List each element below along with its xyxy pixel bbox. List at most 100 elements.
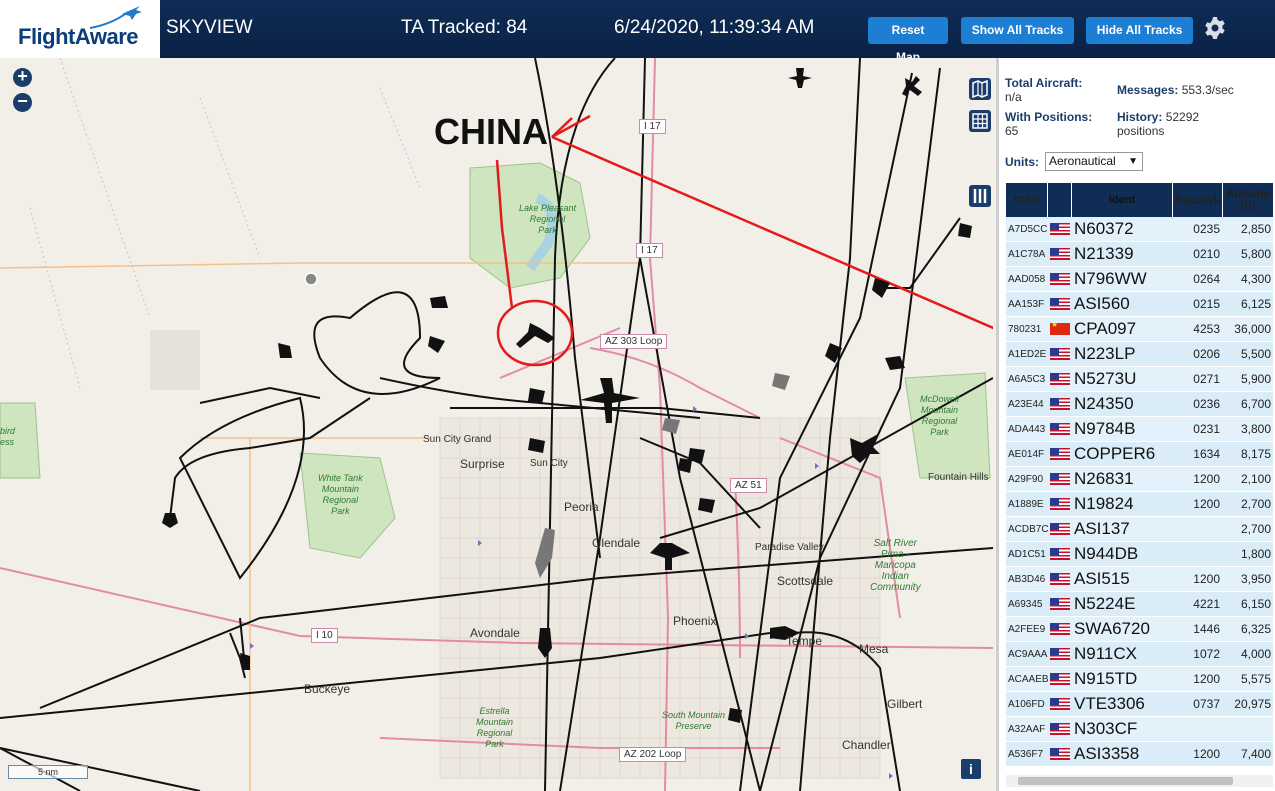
show-all-tracks-button[interactable]: Show All Tracks [961,17,1074,44]
col-header-icao[interactable]: ICAO [1006,183,1048,217]
chevron-down-icon: ▼ [1128,156,1138,167]
units-selected-value: Aeronautical [1049,154,1116,168]
col-header-flag[interactable] [1048,183,1072,217]
table-row[interactable]: A1889E N19824 1200 2,700 [1006,492,1273,517]
table-row[interactable]: A536F7 ASI3358 1200 7,400 [1006,742,1273,767]
table-row[interactable]: A69345 N5224E 4221 6,150 [1006,592,1273,617]
header-bar: FlightAware SKYVIEW TA Tracked: 84 6/24/… [0,0,1275,64]
table-row[interactable]: A32AAF N303CF [1006,717,1273,742]
place-surprise: Surprise [460,457,505,471]
table-row[interactable]: A106FD VTE3306 0737 20,975 [1006,692,1273,717]
squawk-cell: 1446 [1193,622,1220,636]
col-header-altitude[interactable]: Altitude (ft) [1223,183,1273,217]
reset-map-button[interactable]: Reset Map [868,17,948,64]
table-row[interactable]: A1ED2E N223LP 0206 5,500 [1006,342,1273,367]
column-selector-button[interactable] [969,185,991,207]
us-flag-icon [1050,598,1070,610]
table-row[interactable]: AB3D46 ASI515 1200 3,950 [1006,567,1273,592]
table-row[interactable]: A7D5CC N60372 0235 2,850 [1006,217,1273,242]
table-row[interactable]: A29F90 N26831 1200 2,100 [1006,467,1273,492]
table-body: A7D5CC N60372 0235 2,850 A1C78A N21339 0210 5,8… [1006,217,1273,767]
table-row[interactable]: A23E44 N24350 0236 6,700 [1006,392,1273,417]
flag-cell [1048,248,1072,260]
grid-icon [972,113,988,129]
table-row[interactable]: ADA443 N9784B 0231 3,800 [1006,417,1273,442]
zoom-in-button[interactable]: + [13,67,32,87]
ident-cell: N5224E [1074,594,1136,613]
map-canvas[interactable] [0,58,993,791]
messages-value: 553.3/sec [1181,83,1234,97]
sidebar-panel: Total Aircraft: n/a With Positions: 65 M… [996,58,1275,791]
place-mesa: Mesa [859,642,889,656]
us-flag-icon [1050,448,1070,460]
table-row[interactable]: A6A5C3 N5273U 0271 5,900 [1006,367,1273,392]
altitude-cell: 4,300 [1240,272,1271,286]
us-flag-icon [1050,723,1070,735]
flag-cell [1048,573,1072,585]
aircraft-table: ICAO Ident Squawk Altitude (ft) A7D5CC N6… [1006,183,1273,767]
squawk-cell: 0236 [1193,397,1220,411]
table-row[interactable]: AAD058 N796WW 0264 4,300 [1006,267,1273,292]
hide-all-tracks-button[interactable]: Hide All Tracks [1086,17,1193,44]
total-aircraft-label: Total Aircraft: [1005,76,1083,90]
ident-cell: N911CX [1074,644,1137,663]
place-avondale: Avondale [470,626,520,640]
history-label: History: [1117,110,1163,124]
place-sun-city: Sun City [530,458,568,469]
table-row[interactable]: AD1C51 N944DB 1,800 [1006,542,1273,567]
altitude-cell: 2,700 [1240,497,1271,511]
scrollbar-thumb[interactable] [1018,777,1233,785]
place-buckeye: Buckeye [304,682,351,696]
altitude-cell: 7,400 [1240,747,1271,761]
squawk-cell: 0215 [1193,297,1220,311]
table-row[interactable]: A2FEE9 SWA6720 1446 6,325 [1006,617,1273,642]
units-select[interactable]: Aeronautical ▼ [1045,152,1143,171]
us-flag-icon [1050,373,1070,385]
us-flag-icon [1050,298,1070,310]
ident-cell: N26831 [1074,469,1134,488]
place-glendale: Glendale [592,536,641,550]
flag-cell [1048,223,1072,235]
icao-cell: A1889E [1008,498,1044,510]
stat-history: History: 52292 positions [1117,110,1199,138]
place-phoenix: Phoenix [673,614,717,628]
history-unit: positions [1117,124,1165,138]
ident-cell: ASI560 [1074,294,1130,313]
flightaware-logo[interactable]: FlightAware [0,0,160,58]
map-view[interactable]: CHINA Sun City Grand Surprise Sun City P… [0,58,993,791]
icao-cell: A1ED2E [1008,348,1047,360]
table-row[interactable]: ACDB7C ASI137 2,700 [1006,517,1273,542]
info-icon[interactable]: i [961,759,981,779]
table-row[interactable]: AA153F ASI560 0215 6,125 [1006,292,1273,317]
map-layers-button[interactable] [969,78,991,100]
us-flag-icon [1050,223,1070,235]
squawk-cell: 1072 [1193,647,1220,661]
col-header-ident[interactable]: Ident [1072,183,1173,217]
ident-cell: N944DB [1074,544,1139,563]
altitude-cell: 6,700 [1240,397,1271,411]
horizontal-scrollbar[interactable] [1006,775,1273,787]
altitude-cell: 6,125 [1240,297,1271,311]
table-row[interactable]: AE014F COPPER6 1634 8,175 [1006,442,1273,467]
us-flag-icon [1050,673,1070,685]
grid-toggle-button[interactable] [969,110,991,132]
gear-icon[interactable] [1203,16,1227,40]
logo-text: FlightAware [18,24,139,49]
place-peoria: Peoria [564,500,599,514]
altitude-cell: 3,950 [1240,572,1271,586]
zoom-out-button[interactable]: − [13,92,32,112]
col-header-squawk[interactable]: Squawk [1173,183,1223,217]
place-gilbert: Gilbert [887,697,923,711]
table-row[interactable]: A1C78A N21339 0210 5,800 [1006,242,1273,267]
table-row[interactable]: AC9AAA N911CX 1072 4,000 [1006,642,1273,667]
annotation-china-label: CHINA [434,111,548,152]
flag-cell [1048,548,1072,560]
place-tempe: Tempe [786,634,823,648]
ident-cell: N303CF [1074,719,1138,738]
squawk-cell: 1200 [1193,472,1220,486]
icao-cell: AC9AAA [1008,648,1048,660]
table-row[interactable]: 780231 CPA097 4253 36,000 [1006,317,1273,342]
icao-cell: AA153F [1008,298,1045,310]
icao-cell: A23E44 [1008,398,1044,410]
table-row[interactable]: ACAAEB N915TD 1200 5,575 [1006,667,1273,692]
